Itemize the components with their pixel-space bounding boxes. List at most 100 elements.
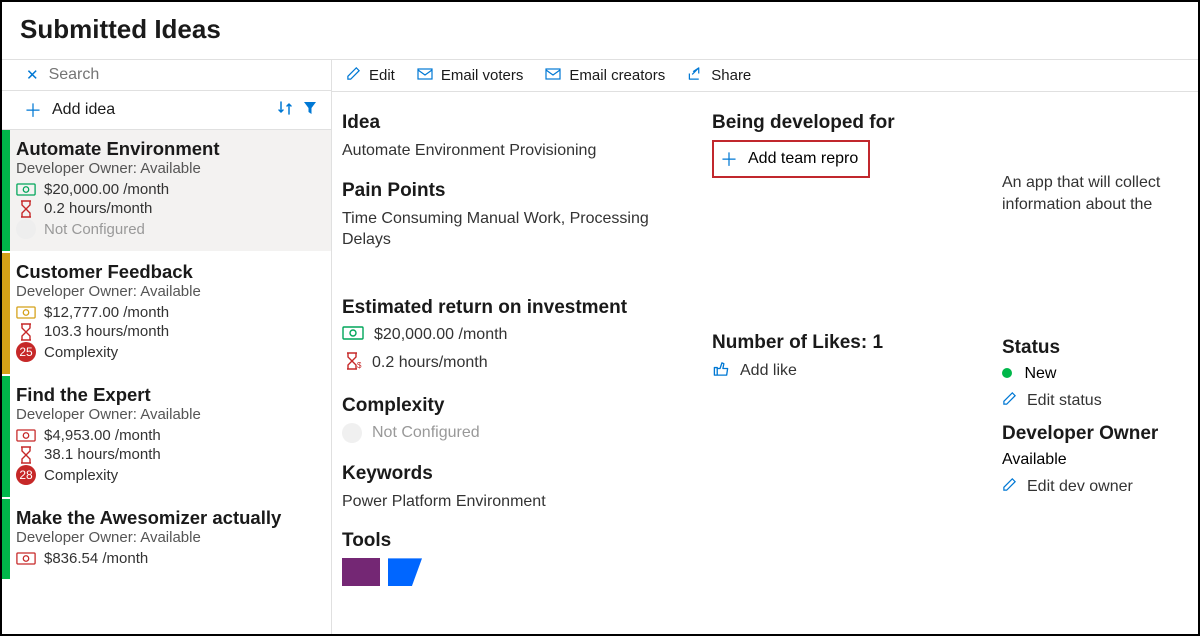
idea-title: Automate Environment <box>16 138 319 160</box>
share-button[interactable]: Share <box>687 66 751 85</box>
devowner-value: Available <box>1002 451 1180 469</box>
complexity-row: Not Configured <box>342 423 682 443</box>
right-pane: Edit Email voters Email creators Share <box>332 60 1198 634</box>
pencil-icon <box>1002 477 1017 497</box>
thumbs-up-icon <box>712 360 730 382</box>
left-pane: ✕ ＋ Add idea Automate Environment Develo… <box>2 60 332 634</box>
search-row: ✕ <box>2 60 331 91</box>
idea-owner: Developer Owner: Available <box>16 406 319 423</box>
idea-cost-row: $20,000.00 /month <box>16 181 319 198</box>
close-icon[interactable]: ✕ <box>26 66 39 84</box>
idea-value: Automate Environment Provisioning <box>342 140 682 162</box>
status-value-row: New <box>1002 365 1180 383</box>
email-voters-label: Email voters <box>441 67 524 84</box>
complexity-badge-empty <box>342 423 362 443</box>
tool-tile-purple[interactable] <box>342 558 380 586</box>
status-dot-icon <box>1002 368 1012 378</box>
complexity-badge-empty <box>16 219 36 239</box>
edit-status-label: Edit status <box>1027 392 1102 410</box>
svg-text:$: $ <box>357 361 362 370</box>
idea-owner: Developer Owner: Available <box>16 283 319 300</box>
detail-col-1: Idea Automate Environment Provisioning P… <box>342 112 682 586</box>
email-creators-button[interactable]: Email creators <box>545 66 665 85</box>
share-icon <box>687 66 703 85</box>
idea-cost-row: $4,953.00 /month <box>16 427 319 444</box>
idea-cost-row: $12,777.00 /month <box>16 304 319 321</box>
idea-owner: Developer Owner: Available <box>16 160 319 177</box>
edit-button[interactable]: Edit <box>346 66 395 85</box>
idea-complexity-label: Complexity <box>44 467 118 484</box>
header: Submitted Ideas <box>2 2 1198 60</box>
roi-cost-row: $20,000.00 /month <box>342 325 682 346</box>
pain-heading: Pain Points <box>342 180 682 202</box>
share-label: Share <box>711 67 751 84</box>
sort-icon[interactable] <box>277 100 293 121</box>
idea-complexity-row: 25Complexity <box>16 342 319 362</box>
page-title: Submitted Ideas <box>20 14 1180 45</box>
email-voters-button[interactable]: Email voters <box>417 66 524 85</box>
money-icon <box>16 182 36 198</box>
idea-complexity-row: 28 Complexity <box>16 465 319 485</box>
idea-complexity-label: Complexity <box>44 344 118 361</box>
idea-hours-value: 103.3 hours/month <box>44 323 169 340</box>
mail-icon <box>545 67 561 85</box>
roi-heading: Estimated return on investment <box>342 297 682 319</box>
pain-value: Time Consuming Manual Work, Processing D… <box>342 208 682 251</box>
idea-hours-value: 0.2 hours/month <box>44 200 152 217</box>
plus-icon: ＋ <box>24 97 42 123</box>
mail-icon <box>417 67 433 85</box>
status-value: New <box>1024 365 1056 382</box>
complexity-value: Not Configured <box>372 424 480 442</box>
detail-body: Idea Automate Environment Provisioning P… <box>332 92 1198 634</box>
add-idea-label: Add idea <box>52 101 267 119</box>
idea-cost-value: $836.54 /month <box>44 550 148 567</box>
keywords-heading: Keywords <box>342 463 682 485</box>
money-icon <box>16 551 36 567</box>
pencil-icon <box>346 66 361 85</box>
idea-cost-value: $12,777.00 /month <box>44 304 169 321</box>
status-heading: Status <box>1002 337 1180 359</box>
roi-hours-value: 0.2 hours/month <box>372 354 488 372</box>
complexity-badge: 28 <box>16 465 36 485</box>
idea-hours-row: 0.2 hours/month <box>16 200 319 217</box>
idea-hours-row: 38.1 hours/month <box>16 446 319 463</box>
complexity-heading: Complexity <box>342 395 682 417</box>
devfor-heading: Being developed for <box>712 112 972 134</box>
hourglass-icon <box>16 447 36 463</box>
search-input[interactable] <box>49 66 319 84</box>
detail-col-3: An app that will collect information abo… <box>1002 112 1180 586</box>
tool-tile-blue[interactable] <box>388 558 422 586</box>
filter-icon[interactable] <box>303 101 317 120</box>
idea-card[interactable]: Automate Environment Developer Owner: Av… <box>2 130 331 253</box>
hourglass-icon <box>16 201 36 217</box>
idea-card[interactable]: Customer Feedback Developer Owner: Avail… <box>2 253 331 376</box>
idea-card[interactable]: Make the Awesomizer actually Developer O… <box>2 499 331 581</box>
idea-owner: Developer Owner: Available <box>16 529 319 546</box>
idea-complexity-label: Not Configured <box>44 221 145 238</box>
money-icon <box>16 428 36 444</box>
hourglass-icon: $ <box>342 352 362 375</box>
idea-card[interactable]: Find the Expert Developer Owner: Availab… <box>2 376 331 499</box>
idea-title: Make the Awesomizer actually <box>16 507 319 529</box>
add-like-label: Add like <box>740 362 797 380</box>
add-idea-row[interactable]: ＋ Add idea <box>2 91 331 130</box>
ideas-list: Automate Environment Developer Owner: Av… <box>2 130 331 634</box>
idea-title: Customer Feedback <box>16 261 319 283</box>
edit-devowner-button[interactable]: Edit dev owner <box>1002 477 1180 497</box>
add-like-button[interactable]: Add like <box>712 360 972 382</box>
idea-title: Find the Expert <box>16 384 319 406</box>
likes-heading: Number of Likes: 1 <box>712 332 972 354</box>
idea-complexity-row: Not Configured <box>16 219 319 239</box>
status-stripe <box>2 130 10 251</box>
edit-status-button[interactable]: Edit status <box>1002 391 1180 411</box>
pencil-icon <box>1002 391 1017 411</box>
idea-heading: Idea <box>342 112 682 134</box>
roi-cost-value: $20,000.00 /month <box>374 326 507 344</box>
hourglass-icon <box>16 324 36 340</box>
idea-hours-row: 103.3 hours/month <box>16 323 319 340</box>
money-icon <box>16 305 36 321</box>
tools-row <box>342 558 682 586</box>
plus-icon: ＋ <box>720 146 738 172</box>
add-team-button[interactable]: ＋ Add team repro <box>712 140 870 178</box>
status-stripe <box>2 376 10 497</box>
